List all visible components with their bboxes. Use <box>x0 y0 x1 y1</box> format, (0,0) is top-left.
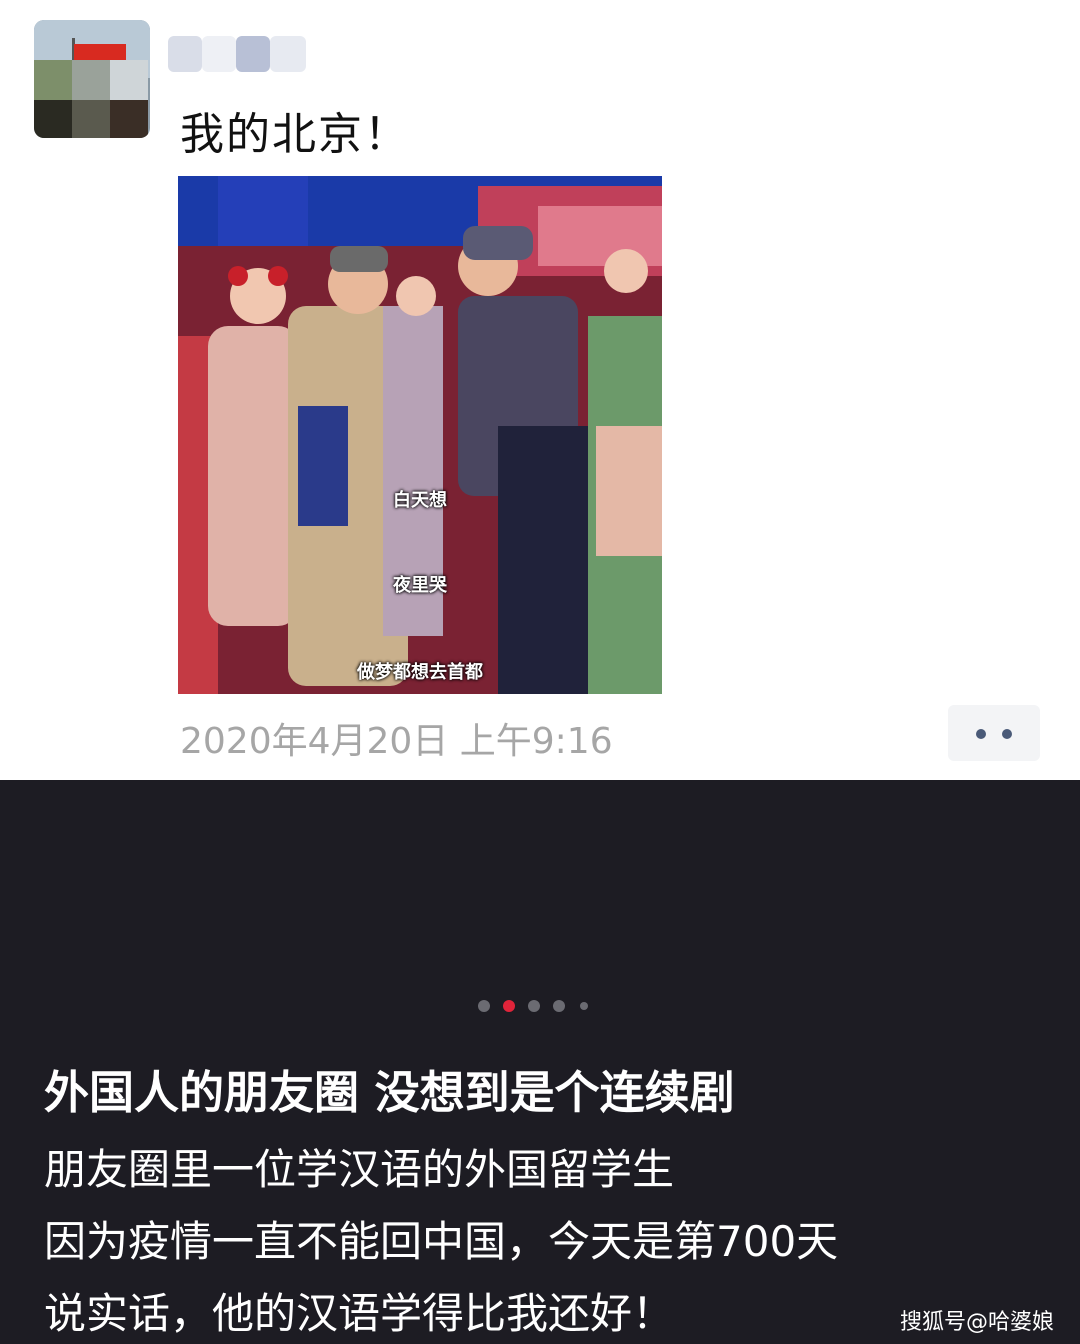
post-text: 我的北京！ <box>180 109 410 160</box>
article-title: 外国人的朋友圈 没想到是个连续剧 <box>44 1066 735 1119</box>
more-dot-icon <box>1002 729 1012 739</box>
post-timestamp: 2020年4月20日 上午9:16 <box>180 721 613 762</box>
article-line-3: 说实话，他的汉语学得比我还好！ <box>44 1289 675 1338</box>
page-dot[interactable] <box>553 1000 565 1012</box>
avatar[interactable] <box>34 20 150 138</box>
page-dot[interactable] <box>528 1000 540 1012</box>
stage-photo <box>178 176 662 694</box>
article-line-1: 朋友圈里一位学汉语的外国留学生 <box>44 1145 675 1194</box>
source-watermark: 搜狐号@哈婆娘 <box>899 1310 1054 1335</box>
more-dot-icon <box>976 729 986 739</box>
page-dot-active[interactable] <box>503 1000 515 1012</box>
article-line-2: 因为疫情一直不能回中国，今天是第700天 <box>44 1217 839 1266</box>
more-options-button[interactable] <box>948 705 1040 761</box>
image-caption-3: 做梦都想去首都 <box>357 662 483 683</box>
moments-post: 我的北京！ 白天想 夜里哭 做梦都想去首都 2020年4月20日 上午9:16 <box>0 0 1080 780</box>
page-indicator <box>476 998 596 1014</box>
image-caption-2: 夜里哭 <box>393 575 447 596</box>
image-caption-1: 白天想 <box>393 490 447 511</box>
page-dot[interactable] <box>580 1002 588 1010</box>
page-dot[interactable] <box>478 1000 490 1012</box>
post-image[interactable]: 白天想 夜里哭 做梦都想去首都 <box>178 176 662 694</box>
username-blurred[interactable] <box>168 36 306 72</box>
